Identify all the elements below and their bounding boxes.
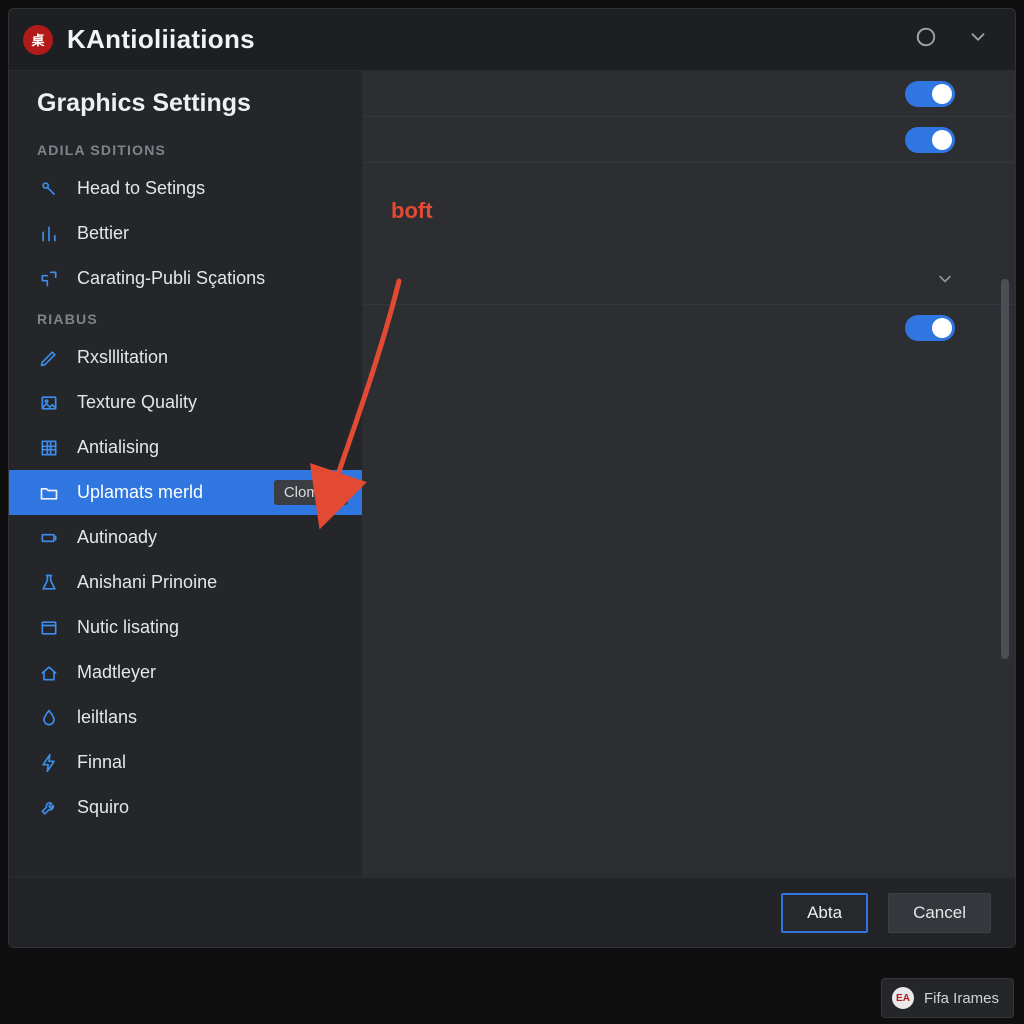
flask-icon [37,571,61,595]
sidebar-item-madtleyer[interactable]: Madtleyer [9,650,362,695]
sidebar-item-badge: Clomies [274,480,348,505]
titlebar: 桌 KAntioliiations [9,9,1015,71]
battery-icon [37,526,61,550]
setting-row [363,305,1015,351]
sidebar-item-label: Nutic lisating [77,617,348,638]
folder-icon [37,481,61,505]
scrollbar[interactable] [1001,279,1009,659]
sidebar-item-texture-quality[interactable]: Texture Quality [9,380,362,425]
sidebar-item-label: Madtleyer [77,662,348,683]
sidebar-item-label: Antialising [77,437,348,458]
sidebar-section-label: ADILA SDITIONS [9,132,362,166]
sidebar-item-anishani-prinoine[interactable]: Anishani Prinoine [9,560,362,605]
tool-icon [37,796,61,820]
drop-icon [37,706,61,730]
moon-icon [915,26,937,53]
sidebar-item-uplamats-merld[interactable]: Uplamats merld Clomies [9,470,362,515]
chevron-down-icon [935,269,955,294]
bolt-icon [37,751,61,775]
sidebar-item-autinoady[interactable]: Autinoady [9,515,362,560]
app-icon: 桌 [23,25,53,55]
chevron-down-icon [967,26,989,53]
setting-row [363,117,1015,163]
image-icon [37,391,61,415]
house-icon [37,661,61,685]
toggle-switch[interactable] [905,81,955,107]
sidebar-item-label: Finnal [77,752,348,773]
puzzle-icon [37,267,61,291]
sidebar-item-nutic-lisating[interactable]: Nutic lisating [9,605,362,650]
cancel-button[interactable]: Cancel [888,893,991,933]
setting-row [363,71,1015,117]
toggle-switch[interactable] [905,127,955,153]
sidebar-item-squiro[interactable]: Squiro [9,785,362,830]
body: Graphics Settings ADILA SDITIONS Head to… [9,71,1015,877]
grid-icon [37,436,61,460]
highlighted-label: boft [387,198,433,224]
sidebar-item-head-to-settings[interactable]: Head to Setings [9,166,362,211]
sidebar-item-carating[interactable]: Carating-Publi Sçations [9,256,362,301]
toggle-knob [932,130,952,150]
sidebar-section-label: RIABUS [9,301,362,335]
theme-toggle-button[interactable] [909,23,943,57]
apply-button[interactable]: Abta [781,893,868,933]
sidebar-item-label: Squiro [77,797,348,818]
sidebar-item-label: Texture Quality [77,392,348,413]
setting-row-dropdown[interactable] [363,259,1015,305]
sidebar-item-label: Bettier [77,223,348,244]
main-panel: boft [363,71,1015,877]
settings-window: 桌 KAntioliiations Graphics Settings ADIL… [8,8,1016,948]
sidebar-item-label: Uplamats merld [77,482,266,503]
toggle-switch[interactable] [905,315,955,341]
sidebar-item-antialiasing[interactable]: Antialising [9,425,362,470]
publisher-badge-icon: EA [892,987,914,1009]
sidebar-item-label: leiltlans [77,707,348,728]
sidebar-item-label: Rxslllitation [77,347,348,368]
sidebar-title: Graphics Settings [9,89,362,132]
toggle-knob [932,84,952,104]
sidebar-item-rxsllitation[interactable]: Rxslllitation [9,335,362,380]
status-text: Fifa Irames [924,990,999,1007]
status-bar[interactable]: EA Fifa Irames [881,978,1014,1018]
sidebar-item-label: Head to Setings [77,178,348,199]
bars-icon [37,222,61,246]
sidebar: Graphics Settings ADILA SDITIONS Head to… [9,71,363,877]
link-icon [37,177,61,201]
footer: Abta Cancel [9,877,1015,947]
setting-row: boft [363,163,1015,259]
collapse-button[interactable] [961,23,995,57]
toggle-knob [932,318,952,338]
window-title: KAntioliiations [67,24,255,55]
sidebar-item-finnal[interactable]: Finnal [9,740,362,785]
sidebar-item-label: Anishani Prinoine [77,572,348,593]
pencil-icon [37,346,61,370]
window-icon [37,616,61,640]
sidebar-item-bettier[interactable]: Bettier [9,211,362,256]
sidebar-item-label: Carating-Publi Sçations [77,268,348,289]
sidebar-item-label: Autinoady [77,527,348,548]
sidebar-item-leiltlans[interactable]: leiltlans [9,695,362,740]
